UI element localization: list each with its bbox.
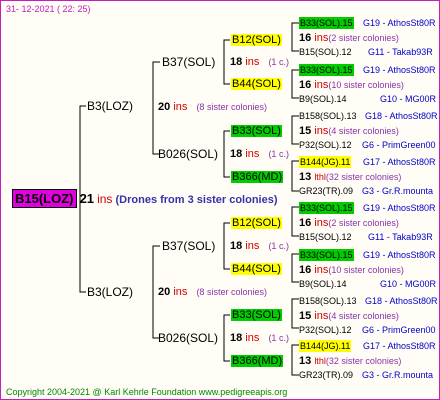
gen4-code[interactable]: B144(JG).11 [299, 340, 352, 352]
gen2-label[interactable]: B026(SOL) [158, 332, 218, 344]
gen3-label[interactable]: B44(SOL) [231, 78, 282, 90]
gen4-code[interactable]: B9(SOL).14 [299, 93, 347, 105]
root-label: B15(LOZ) [12, 189, 77, 208]
gen4-origin: G19 - AthosSt80R [363, 250, 436, 260]
gen4-origin: G19 - AthosSt80R [363, 203, 436, 213]
gen4-origin: G10 - MG00R [380, 94, 437, 104]
gen4-code[interactable]: B15(SOL).12 [299, 46, 352, 58]
gen4-origin: G6 - PrimGreen00 [362, 140, 436, 150]
gen3-label[interactable]: B12(SOL) [231, 34, 282, 46]
gen2-info: 18 ins (1 c.) [230, 56, 289, 68]
gen4-origin: G10 - MG00R [380, 279, 437, 289]
gen4-origin: G17 - AthosSt80R [363, 341, 436, 351]
root-note: (Drones from 3 sister colonies) [115, 194, 278, 206]
gen2-label[interactable]: B37(SOL) [162, 56, 215, 68]
gen4-code[interactable]: B15(SOL).12 [299, 231, 352, 243]
gen4-code[interactable]: B33(SOL).15 [299, 249, 354, 261]
root-queen[interactable]: B15(LOZ) 21 ins (Drones from 3 sister co… [12, 189, 278, 208]
gen4-code[interactable]: GR23(TR).09 [299, 369, 353, 381]
gen4-origin: G19 - AthosSt80R [363, 65, 436, 75]
gen2-label[interactable]: B37(SOL) [162, 240, 215, 252]
gen4-code[interactable]: P32(SOL).12 [299, 324, 352, 336]
gen1-upper-info: 20 ins (8 sister colonies) [158, 101, 267, 113]
gen4-code[interactable]: GR23(TR).09 [299, 185, 353, 197]
gen4-origin: G19 - AthosSt80R [363, 18, 436, 28]
gen3-info: 13 lthl(32 sister colonies) [299, 355, 402, 367]
gen2-label[interactable]: B026(SOL) [158, 148, 218, 160]
gen4-origin: G18 - AthosSt80R [365, 111, 438, 121]
root-generation: 21 [79, 191, 95, 206]
gen3-label[interactable]: B12(SOL) [231, 217, 282, 229]
gen4-code[interactable]: B33(SOL).15 [299, 64, 354, 76]
gen3-info: 16 ins(2 sister colonies) [299, 32, 399, 44]
gen1-lower-label[interactable]: B3(LOZ) [87, 286, 133, 298]
gen3-label[interactable]: B33(SOL) [231, 125, 282, 137]
gen1-upper-label[interactable]: B3(LOZ) [87, 100, 133, 112]
gen3-info: 15 ins(4 sister colonies) [299, 310, 399, 322]
gen2-info: 18 ins (1 c.) [230, 240, 289, 252]
gen4-origin: G17 - AthosSt80R [363, 157, 436, 167]
gen3-label[interactable]: B44(SOL) [231, 263, 282, 275]
copyright-footer: Copyright 2004-2021 @ Karl Kehrle Founda… [6, 387, 288, 397]
timestamp: 31- 12-2021 ( 22: 25) [6, 4, 91, 14]
gen4-origin: G6 - PrimGreen00 [362, 325, 436, 335]
gen3-info: 16 ins(10 sister colonies) [299, 79, 404, 91]
gen4-code[interactable]: P32(SOL).12 [299, 139, 352, 151]
gen4-code[interactable]: B158(SOL).13 [299, 295, 357, 307]
gen1-lower-info: 20 ins (8 sister colonies) [158, 286, 267, 298]
gen4-origin: G11 - Takab93R [368, 47, 433, 57]
gen4-origin: G18 - AthosSt80R [365, 296, 438, 306]
gen3-label[interactable]: B366(MD) [231, 355, 284, 367]
gen3-info: 15 ins(4 sister colonies) [299, 125, 399, 137]
gen4-origin: G3 - Gr.R.mounta [362, 370, 434, 380]
gen4-origin: G3 - Gr.R.mounta [362, 186, 434, 196]
gen3-info: 16 ins(10 sister colonies) [299, 264, 404, 276]
gen4-code[interactable]: B158(SOL).13 [299, 110, 357, 122]
gen3-label[interactable]: B33(SOL) [231, 309, 282, 321]
gen2-info: 18 ins (1 c.) [230, 148, 289, 160]
root-ins: ins [97, 192, 113, 206]
gen4-origin: G11 - Takab93R [368, 232, 433, 242]
gen4-code[interactable]: B33(SOL).15 [299, 202, 354, 214]
gen3-info: 16 ins(2 sister colonies) [299, 217, 399, 229]
gen3-label[interactable]: B366(MD) [231, 171, 284, 183]
gen2-info: 18 ins (1 c.) [230, 332, 289, 344]
gen3-info: 13 lthl(32 sister colonies) [299, 171, 402, 183]
gen4-code[interactable]: B144(JG).11 [299, 156, 352, 168]
gen4-code[interactable]: B33(SOL).15 [299, 17, 354, 29]
gen4-code[interactable]: B9(SOL).14 [299, 278, 347, 290]
